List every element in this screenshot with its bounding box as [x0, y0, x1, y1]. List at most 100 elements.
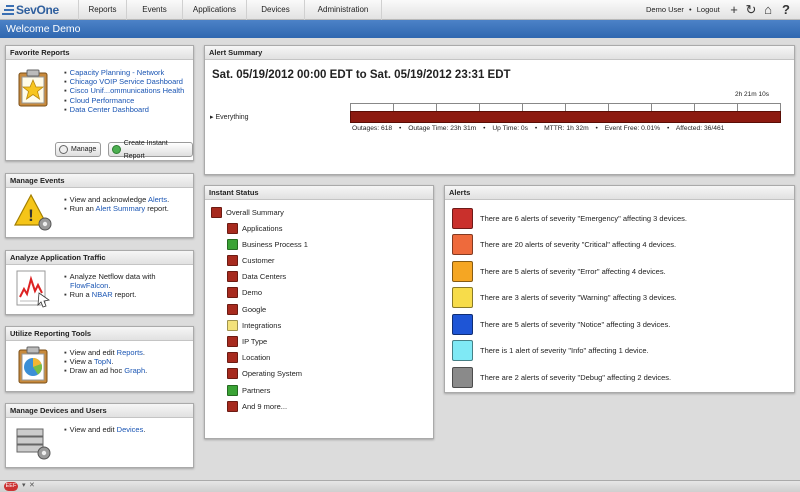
list-item[interactable]: Chicago VOIP Service Dashboard: [64, 77, 184, 86]
home-icon[interactable]: ⌂: [761, 2, 775, 18]
status-label: Applications: [242, 223, 283, 233]
topn-link[interactable]: TopN: [94, 357, 112, 366]
severity-square: [452, 366, 473, 388]
list-item[interactable]: Data Center Dashboard: [64, 105, 184, 114]
nbar-link[interactable]: NBAR: [92, 290, 113, 299]
devices-users-panel: Manage Devices and Users View and edit D…: [5, 403, 194, 468]
top-nav-bar: SevOne Reports Events Applications Devic…: [0, 0, 800, 20]
gear-icon: [59, 145, 68, 154]
reports-link[interactable]: Reports: [117, 348, 143, 357]
status-item[interactable]: Business Process 1: [227, 237, 308, 251]
create-instant-report-label: Create Instant Report: [123, 139, 168, 160]
server-gear-icon: [16, 428, 51, 460]
status-item[interactable]: Integrations: [227, 318, 281, 332]
alert-text: There are 20 alerts of severity "Critica…: [480, 240, 677, 249]
status-label: Partners: [242, 385, 271, 395]
status-label: Google: [242, 304, 267, 314]
dropdown-chevron-icon[interactable]: ▾: [22, 481, 26, 489]
severity-square: [452, 313, 473, 335]
list-item: Draw an ad hoc Graph.: [64, 366, 148, 375]
svg-text:!: !: [28, 206, 34, 225]
warning-gear-icon: !: [14, 193, 52, 231]
severity-square: [452, 287, 473, 308]
alert-text: There is 1 alert of severity "Info" affe…: [480, 346, 649, 355]
alert-row[interactable]: There are 5 alerts of severity "Notice" …: [452, 313, 670, 335]
logout-link[interactable]: Logout: [697, 5, 720, 14]
list-item[interactable]: Cisco Unif...ommunications Health: [64, 86, 185, 95]
severity-square: [452, 234, 473, 255]
status-square: [227, 319, 238, 331]
status-item[interactable]: Applications: [227, 221, 282, 235]
status-label: IP Type: [242, 336, 268, 346]
user-area: Demo User • Logout: [646, 0, 720, 20]
alert-row[interactable]: There are 5 alerts of severity "Error" a…: [452, 260, 666, 282]
user-name[interactable]: Demo User: [646, 5, 684, 14]
devices-users-list: View and edit Devices.: [64, 425, 146, 434]
graph-link[interactable]: Graph: [124, 366, 145, 375]
status-label: Demo: [242, 288, 263, 298]
alert-row[interactable]: There are 6 alerts of severity "Emergenc…: [452, 207, 687, 229]
alert-summary-duration: 2h 21m 10s: [735, 91, 769, 98]
status-label: Integrations: [242, 320, 282, 330]
panel-title: Alert Summary: [205, 46, 794, 60]
status-label: Operating System: [242, 369, 303, 379]
favorite-reports-list: Capacity Planning - Network Chicago VOIP…: [64, 68, 185, 114]
status-item[interactable]: Operating System: [227, 367, 302, 381]
manage-events-list: View and acknowledge Alerts. Run an Aler…: [64, 195, 170, 213]
status-square: [227, 384, 238, 396]
alert-text: There are 5 alerts of severity "Error" a…: [480, 266, 666, 276]
status-item[interactable]: Data Centers: [227, 270, 286, 284]
logo-text: SevOne: [16, 3, 59, 17]
status-item-overall-summary[interactable]: Overall Summary: [211, 205, 284, 219]
clipboard-pie-icon: [18, 346, 48, 384]
expand-arrow-icon[interactable]: ▸: [210, 114, 214, 121]
alert-text: There are 5 alerts of severity "Notice" …: [480, 319, 671, 329]
welcome-bar: Welcome Demo: [0, 20, 800, 38]
analyze-traffic-list: Analyze Netflow data withFlowFalcon. Run…: [64, 272, 156, 300]
create-instant-report-button[interactable]: Create Instant Report: [108, 140, 193, 160]
everything-row[interactable]: ▸ Everything: [210, 113, 249, 121]
close-icon[interactable]: ✕: [29, 481, 35, 489]
refresh-icon[interactable]: ↻: [744, 2, 758, 18]
alert-row[interactable]: There are 2 alerts of severity "Debug" a…: [452, 366, 671, 388]
help-icon[interactable]: ?: [779, 2, 793, 18]
status-item[interactable]: Partners: [227, 383, 270, 397]
flowfalcon-link[interactable]: FlowFalcon: [70, 281, 108, 290]
status-item[interactable]: Location: [227, 351, 270, 365]
list-item[interactable]: Cloud Performance: [64, 96, 184, 105]
alert-row[interactable]: There is 1 alert of severity "Info" affe…: [452, 340, 649, 362]
alert-text: There are 6 alerts of severity "Emergenc…: [480, 213, 687, 223]
nav-events[interactable]: Events: [126, 0, 182, 20]
severity-square: [452, 340, 473, 361]
status-label: Data Centers: [242, 272, 287, 282]
status-item[interactable]: Customer: [227, 253, 275, 267]
nav-applications[interactable]: Applications: [182, 0, 246, 20]
status-label: Customer: [242, 255, 275, 265]
addon-badge-icon[interactable]: EEF: [4, 482, 18, 491]
alert-row[interactable]: There are 3 alerts of severity "Warning"…: [452, 287, 677, 309]
status-square: [227, 254, 238, 266]
status-square: [227, 303, 238, 315]
nav-administration[interactable]: Administration: [304, 0, 382, 20]
list-item: Run a NBAR report.: [64, 290, 156, 299]
panel-title: Favorite Reports: [6, 46, 193, 60]
status-item[interactable]: IP Type: [227, 334, 267, 348]
add-icon[interactable]: +: [727, 2, 741, 18]
nav-devices[interactable]: Devices: [246, 0, 304, 20]
alert-row[interactable]: There are 20 alerts of severity "Critica…: [452, 234, 676, 256]
nav-reports[interactable]: Reports: [78, 0, 126, 20]
status-item[interactable]: Demo: [227, 286, 262, 300]
list-item: View and edit Devices.: [64, 425, 146, 434]
alert-summary-link[interactable]: Alert Summary: [96, 204, 146, 213]
list-item[interactable]: Capacity Planning - Network: [64, 68, 184, 77]
list-item: Analyze Netflow data withFlowFalcon.: [64, 272, 156, 290]
manage-label: Manage: [71, 146, 97, 153]
status-item[interactable]: Google: [227, 302, 266, 316]
outage-timeline-bar[interactable]: [350, 111, 781, 123]
status-item[interactable]: And 9 more...: [227, 399, 287, 413]
sevone-logo[interactable]: SevOne: [2, 2, 78, 18]
devices-link[interactable]: Devices: [117, 425, 144, 434]
bottom-status-bar: EEF ▾ ✕: [0, 480, 800, 492]
alerts-link[interactable]: Alerts: [148, 195, 167, 204]
manage-button[interactable]: Manage: [55, 142, 102, 157]
